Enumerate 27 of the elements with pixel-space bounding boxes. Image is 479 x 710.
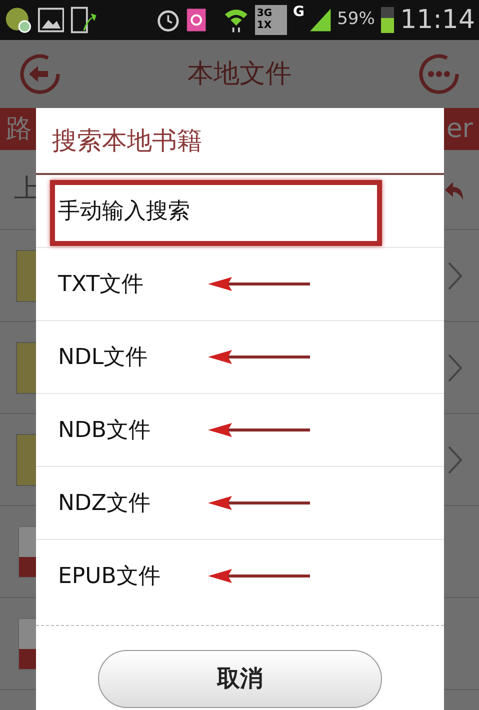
- clock: 11:14: [400, 4, 475, 36]
- battery-icon: [380, 7, 394, 33]
- chevron-icon[interactable]: [447, 444, 463, 474]
- chevron-icon[interactable]: [447, 260, 463, 290]
- menu-item[interactable]: NDZ文件: [58, 486, 150, 520]
- battery-percent: 59%: [337, 8, 375, 32]
- dialog-title: 搜索本地书籍: [52, 124, 202, 157]
- path-text: er: [446, 112, 473, 146]
- back-icon[interactable]: [18, 52, 62, 96]
- app-icon: [186, 7, 207, 33]
- screen-title: 本地文件: [188, 58, 292, 90]
- cancel-button[interactable]: 取消: [98, 650, 382, 708]
- menu-item[interactable]: NDB文件: [58, 414, 150, 446]
- network-type: G: [292, 3, 304, 22]
- more-icon[interactable]: [417, 52, 461, 96]
- chevron-icon[interactable]: [447, 352, 463, 382]
- menu-item[interactable]: 手动输入搜索: [58, 194, 190, 228]
- menu-item[interactable]: EPUB文件: [58, 560, 160, 593]
- phone-transfer-icon: [70, 5, 97, 35]
- network-label: 1X: [256, 20, 273, 32]
- menu-item[interactable]: NDL文件: [58, 340, 148, 374]
- signal-icon: [310, 8, 332, 32]
- path-label: 路: [6, 112, 32, 146]
- image-icon: [38, 7, 64, 33]
- network-label: 3G: [256, 8, 274, 20]
- app-icon: [4, 5, 32, 35]
- menu-item[interactable]: TXT文件: [58, 268, 144, 300]
